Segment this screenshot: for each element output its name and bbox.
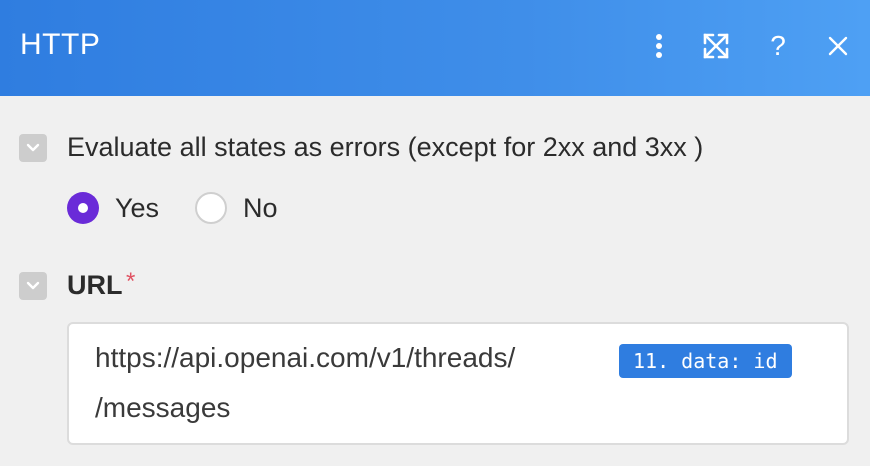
help-icon: ? (770, 30, 786, 61)
close-button[interactable] (818, 26, 858, 66)
modal-header: HTTP ? (0, 0, 870, 96)
required-asterisk: * (126, 268, 136, 295)
modal-title: HTTP (20, 28, 101, 61)
radio-yes[interactable] (67, 192, 99, 224)
url-value-suffix: /messages (95, 392, 231, 423)
url-input[interactable]: https://api.openai.com/v1/threads/ 11. d… (67, 322, 849, 445)
chevron-down-icon (26, 139, 40, 157)
chevron-down-icon (26, 277, 40, 295)
more-options-button[interactable] (639, 26, 679, 66)
close-icon (828, 36, 848, 56)
url-value-prefix: https://api.openai.com/v1/threads/ (95, 342, 516, 373)
expand-arrows-icon (702, 32, 730, 60)
url-label: URL (67, 270, 123, 300)
expand-button[interactable] (696, 26, 736, 66)
more-vertical-icon (655, 33, 663, 59)
radio-no[interactable] (195, 192, 227, 224)
evaluate-errors-label: Evaluate all states as errors (except fo… (67, 132, 704, 162)
radio-no-label[interactable]: No (243, 193, 278, 224)
help-button[interactable]: ? (758, 26, 798, 66)
modal-body: Evaluate all states as errors (except fo… (0, 96, 870, 466)
url-collapse-toggle[interactable] (19, 272, 47, 300)
evaluate-errors-collapse-toggle[interactable] (19, 134, 47, 162)
radio-yes-label[interactable]: Yes (115, 193, 159, 224)
mapped-variable-pill[interactable]: 11. data: id (619, 344, 792, 378)
